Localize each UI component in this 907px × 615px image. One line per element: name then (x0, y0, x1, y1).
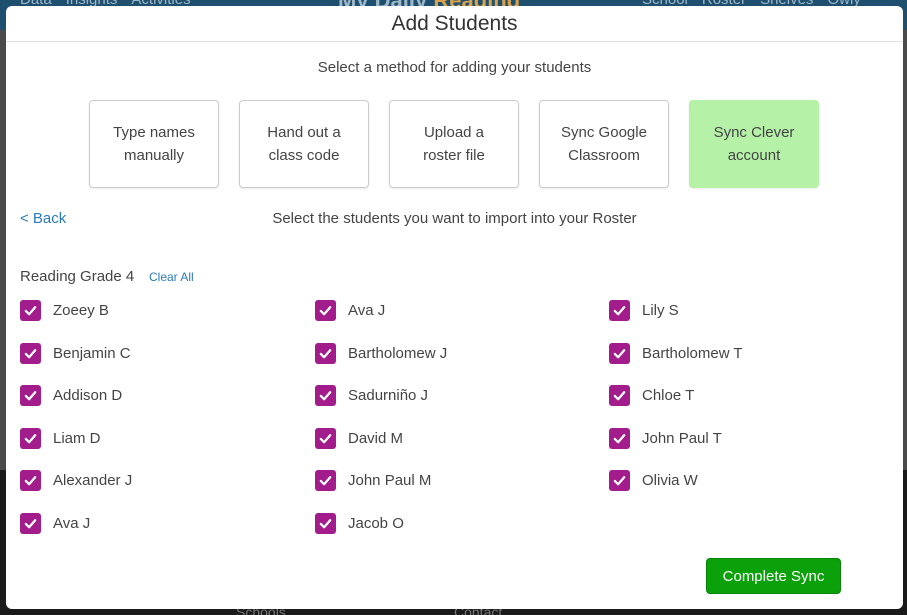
student-name: Chloe T (642, 387, 695, 405)
student-name: Sadurniño J (348, 387, 429, 405)
checkbox-checked-icon[interactable] (315, 385, 336, 407)
clear-all-link[interactable]: Clear All (149, 270, 194, 284)
student-checkbox-row[interactable]: Bartholomew J (315, 342, 448, 364)
checkbox-checked-icon[interactable] (20, 470, 41, 492)
title-divider (6, 41, 903, 42)
student-checkbox-row[interactable]: Addison D (20, 385, 123, 407)
checkbox-checked-icon[interactable] (609, 427, 630, 449)
student-checkbox-row[interactable]: Olivia W (609, 470, 698, 492)
student-checkbox-row[interactable]: Lily S (609, 300, 679, 321)
student-name: Alexander J (53, 472, 133, 490)
student-checkbox-row[interactable]: Ava J (20, 513, 90, 534)
student-checkbox-row[interactable]: Jacob O (315, 513, 404, 534)
checkbox-checked-icon[interactable] (609, 385, 630, 407)
add-students-modal: Add Students Select a method for adding … (6, 6, 903, 609)
student-name: John Paul T (642, 429, 722, 447)
select-students-prompt: Select the students you want to import i… (272, 210, 637, 227)
method-type-names-button[interactable]: Type names manually (89, 100, 219, 188)
student-name: Olivia W (642, 472, 698, 490)
method-sync-google-button[interactable]: Sync Google Classroom (539, 100, 669, 188)
method-upload-roster-button[interactable]: Upload a roster file (389, 100, 519, 188)
student-name: Lily S (642, 302, 679, 319)
checkbox-checked-icon[interactable] (609, 300, 630, 321)
student-name: Benjamin C (53, 344, 131, 362)
checkbox-checked-icon[interactable] (609, 470, 630, 492)
student-checkbox-row[interactable]: John Paul M (315, 470, 432, 492)
student-checkbox-row[interactable]: Sadurniño J (315, 385, 429, 407)
complete-sync-button[interactable]: Complete Sync (706, 558, 841, 594)
student-name: Zoeey B (53, 302, 109, 319)
student-name: Addison D (53, 387, 123, 405)
checkbox-checked-icon[interactable] (20, 300, 41, 321)
checkbox-checked-icon[interactable] (20, 427, 41, 449)
student-checkbox-row[interactable]: Chloe T (609, 385, 695, 407)
student-checkbox-row[interactable]: Zoeey B (20, 300, 109, 321)
roster-class-name: Reading Grade 4 (20, 268, 135, 285)
checkbox-checked-icon[interactable] (315, 300, 336, 321)
student-checkbox-row[interactable]: Liam D (20, 427, 101, 449)
student-name: John Paul M (348, 472, 432, 490)
student-checkbox-row[interactable]: David M (315, 427, 404, 449)
student-checkbox-row[interactable]: Alexander J (20, 470, 133, 492)
method-sync-clever-button[interactable]: Sync Clever account (689, 100, 819, 188)
student-name: Jacob O (348, 515, 404, 532)
modal-title: Add Students (391, 12, 518, 35)
student-name: Ava J (348, 302, 386, 319)
method-options: Type names manually Hand out a class cod… (89, 100, 819, 188)
method-class-code-button[interactable]: Hand out a class code (239, 100, 369, 188)
method-instruction: Select a method for adding your students (317, 59, 592, 76)
student-name: Bartholomew T (642, 344, 743, 362)
checkbox-checked-icon[interactable] (315, 342, 336, 364)
checkbox-checked-icon[interactable] (315, 470, 336, 492)
student-checkbox-row[interactable]: Bartholomew T (609, 342, 743, 364)
checkbox-checked-icon[interactable] (20, 342, 41, 364)
student-name: Bartholomew J (348, 344, 448, 362)
checkbox-checked-icon[interactable] (315, 427, 336, 449)
checkbox-checked-icon[interactable] (20, 513, 41, 534)
student-name: Ava J (53, 515, 91, 532)
checkbox-checked-icon[interactable] (609, 342, 630, 364)
student-checkbox-row[interactable]: Benjamin C (20, 342, 131, 364)
student-name: David M (348, 429, 404, 447)
back-link[interactable]: < Back (20, 210, 66, 227)
student-checkbox-row[interactable]: John Paul T (609, 427, 722, 449)
checkbox-checked-icon[interactable] (315, 513, 336, 534)
student-name: Liam D (53, 429, 101, 447)
student-checkbox-row[interactable]: Ava J (315, 300, 385, 321)
checkbox-checked-icon[interactable] (20, 385, 41, 407)
